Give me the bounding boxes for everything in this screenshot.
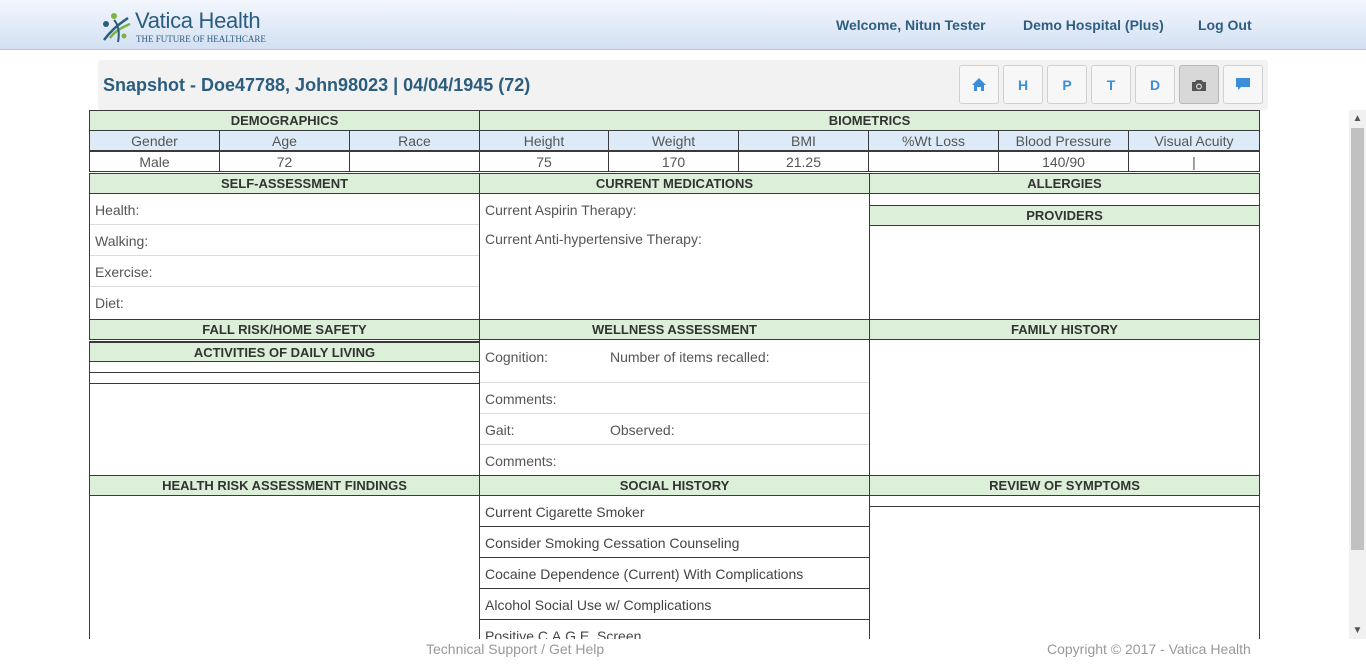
review-of-symptoms-header: REVIEW OF SYMPTOMS [869,475,1260,496]
hra-findings-panel [89,496,480,639]
col-gender: Gender [89,130,220,151]
snapshot-content: DEMOGRAPHICS BIOMETRICS Gender Age Race … [89,110,1260,639]
social-history-item: Positive C.A.G.E. Screen [480,620,869,639]
blood-pressure-value: 140/90 [998,151,1129,172]
scroll-down-arrow-icon[interactable]: ▼ [1349,622,1366,639]
allergies-header: ALLERGIES [869,173,1260,194]
col-visual-acuity: Visual Acuity [1128,130,1260,151]
gait-comments-row: Comments: [485,453,557,469]
col-blood-pressure: Blood Pressure [998,130,1129,151]
visual-acuity-value: | [1128,151,1260,172]
social-history-item: Consider Smoking Cessation Counseling [480,527,869,558]
self-assessment-diet: Diet: [95,295,124,311]
p-button[interactable]: P [1047,65,1087,104]
family-history-panel [869,340,1260,476]
copyright-text: Copyright © 2017 - Vatica Health [1047,641,1251,657]
self-assessment-health: Health: [90,194,479,225]
col-race: Race [349,130,480,151]
self-assessment-walking: Walking: [90,225,479,256]
providers-header: PROVIDERS [869,205,1260,226]
d-button[interactable]: D [1135,65,1175,104]
social-history-header: SOCIAL HISTORY [479,475,870,496]
support-link[interactable]: Technical Support / Get Help [426,641,604,657]
gender-value: Male [89,151,220,172]
page-title: Snapshot - Doe47788, John98023 | 04/04/1… [103,75,531,95]
self-assessment-exercise: Exercise: [90,256,479,287]
wt-loss-value [868,151,999,172]
weight-value: 170 [608,151,739,172]
camera-icon [1192,79,1206,91]
top-header: Vatica Health THE FUTURE OF HEALTHCARE W… [0,0,1366,50]
height-value: 75 [479,151,609,172]
logo-name: Vatica Health [135,8,261,33]
self-assessment-header: SELF-ASSESSMENT [89,173,480,194]
adl-divider [90,372,479,373]
vatica-leaf-icon [103,13,131,43]
comment-icon [1236,78,1250,90]
col-wt-loss: %Wt Loss [868,130,999,151]
hospital-selector[interactable]: Demo Hospital (Plus) [1023,17,1164,33]
scroll-up-arrow-icon[interactable]: ▲ [1349,110,1366,127]
adl-panel [89,362,480,476]
age-value: 72 [219,151,350,172]
snapshot-button[interactable] [1179,65,1219,104]
hra-findings-header: HEALTH RISK ASSESSMENT FINDINGS [89,475,480,496]
t-button[interactable]: T [1091,65,1131,104]
demographics-header: DEMOGRAPHICS [89,110,480,131]
adl-header: ACTIVITIES OF DAILY LIVING [89,341,480,362]
fall-risk-header: FALL RISK/HOME SAFETY [89,319,480,340]
self-assessment-panel: Health: Walking: Exercise: Diet: [89,194,480,320]
review-of-symptoms-panel [869,496,1260,639]
home-icon [972,78,986,91]
snapshot-bar: Snapshot - Doe47788, John98023 | 04/04/1… [98,60,1268,110]
providers-panel [869,226,1260,320]
current-medications-panel: Current Aspirin Therapy: Current Anti-hy… [479,194,870,320]
social-history-item: Cocaine Dependence (Current) With Compli… [480,558,869,589]
antihypertensive-therapy: Current Anti-hypertensive Therapy: [485,231,702,247]
logout-link[interactable]: Log Out [1198,17,1252,33]
biometrics-header: BIOMETRICS [479,110,1260,131]
col-height: Height [479,130,609,151]
aspirin-therapy: Current Aspirin Therapy: [485,202,637,218]
social-history-item: Current Cigarette Smoker [480,496,869,527]
home-button[interactable] [959,65,999,104]
messages-button[interactable] [1223,65,1263,104]
social-history-item: Alcohol Social Use w/ Complications [480,589,869,620]
wellness-assessment-header: WELLNESS ASSESSMENT [479,319,870,340]
symptoms-divider [870,506,1259,507]
bmi-value: 21.25 [738,151,869,172]
col-weight: Weight [608,130,739,151]
col-age: Age [219,130,350,151]
current-medications-header: CURRENT MEDICATIONS [479,173,870,194]
race-value [349,151,480,172]
wellness-assessment-panel: Cognition: Number of items recalled: Com… [479,340,870,476]
family-history-header: FAMILY HISTORY [869,319,1260,340]
cognition-comments-row: Comments: [480,383,869,414]
social-history-panel: Current Cigarette Smoker Consider Smokin… [479,496,870,639]
gait-row: Gait: Observed: [480,414,869,445]
logo-tagline: THE FUTURE OF HEALTHCARE [136,34,266,44]
adl-divider [90,383,479,384]
h-button[interactable]: H [1003,65,1043,104]
scroll-thumb[interactable] [1351,128,1364,550]
welcome-user[interactable]: Welcome, Nitun Tester [836,17,986,33]
cognition-row: Cognition: Number of items recalled: [480,340,869,383]
col-bmi: BMI [738,130,869,151]
vertical-scrollbar[interactable]: ▲ ▼ [1349,110,1366,639]
